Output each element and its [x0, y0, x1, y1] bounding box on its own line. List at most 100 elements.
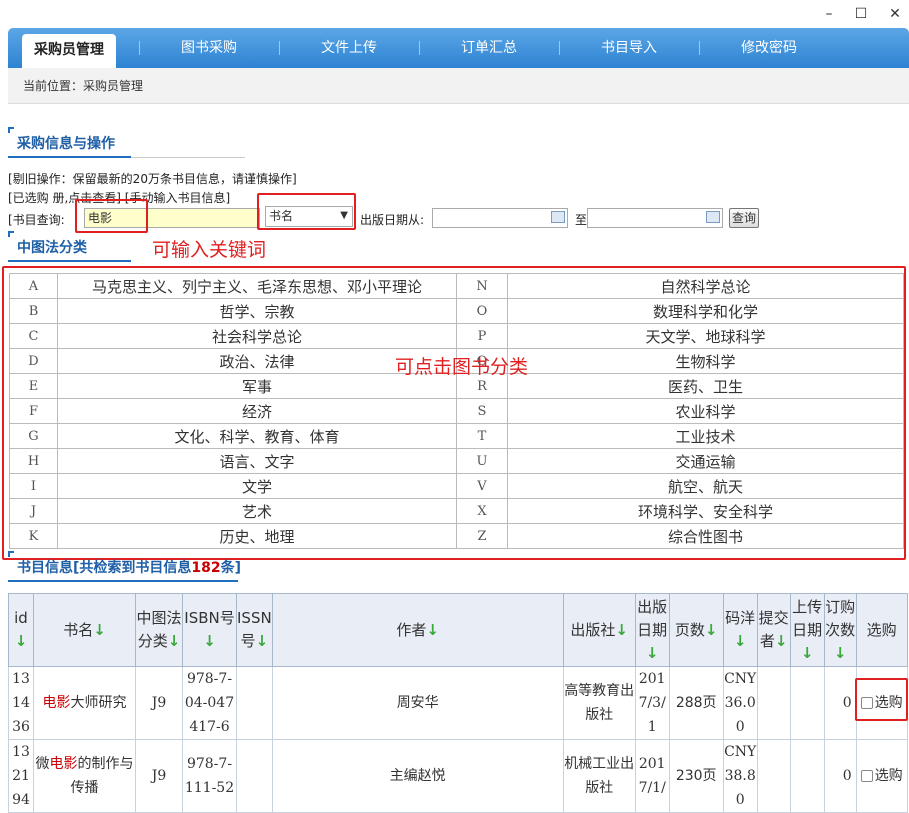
cell-publisher: 机械工业出版社 — [562, 739, 636, 813]
cell-author: 周安华 — [271, 666, 564, 740]
title-text: 的制作与传播 — [70, 756, 134, 796]
tab-book-purchase[interactable]: 图书采购 — [159, 28, 259, 68]
sort-arrow-icon: ↓ — [733, 632, 747, 650]
divider — [131, 157, 245, 158]
select-label[interactable]: 选购 — [875, 768, 903, 784]
date-from-input[interactable] — [432, 208, 568, 228]
cell-pubdate: 2017/3/1 — [634, 666, 670, 740]
category-highlight-box — [2, 266, 906, 560]
col-title[interactable]: 书名↓ — [33, 593, 136, 667]
keyword-highlight-box — [75, 199, 148, 233]
sort-arrow-icon: ↓ — [255, 632, 269, 650]
sort-arrow-icon: ↓ — [645, 643, 659, 662]
date-to-input[interactable] — [587, 208, 723, 228]
section-title-text: 中图法分类 — [17, 240, 87, 256]
sort-arrow-icon: ↓ — [93, 620, 106, 639]
col-submitter[interactable]: 提交者↓ — [756, 593, 791, 667]
section-title-books: 书目信息[共检索到书目信息182条] — [8, 551, 241, 582]
title-underline — [8, 260, 131, 262]
section-title-text: 采购信息与操作 — [17, 136, 115, 152]
cell-pages: 288页 — [668, 666, 724, 740]
books-title-suffix: 条] — [220, 560, 242, 576]
cell-isbn: 978-7-04-047417-6 — [182, 666, 237, 740]
table-row: 132194 微电影的制作与传播 J9 978-7-111-52 主编赵悦 机械工业出版社… — [8, 739, 908, 813]
calendar-icon[interactable] — [706, 211, 720, 223]
select-checkbox[interactable] — [860, 770, 873, 782]
tab-catalog-import[interactable]: 书目导入 — [579, 28, 679, 68]
cell-upload-date — [789, 666, 825, 740]
breadcrumb: 当前位置：采购员管理 — [8, 68, 909, 104]
col-publisher[interactable]: 出版社↓ — [562, 593, 636, 667]
col-pubdate[interactable]: 出版日期↓ — [634, 593, 670, 667]
query-button[interactable]: 查询 — [729, 208, 759, 228]
col-select: 选购 — [855, 593, 908, 667]
corner-mark — [8, 551, 14, 557]
col-upload-date[interactable]: 上传日期↓ — [789, 593, 825, 667]
cell-title[interactable]: 微电影的制作与传播 — [33, 739, 136, 813]
title-keyword-highlight: 电影 — [42, 695, 71, 711]
cell-upload-date — [789, 739, 825, 813]
cell-orders: 0 — [823, 666, 857, 740]
title-underline — [8, 156, 131, 158]
sort-arrow-icon: ↓ — [203, 632, 216, 650]
minimize-button[interactable]: – — [818, 4, 840, 24]
cell-submitter — [756, 666, 791, 740]
calendar-icon[interactable] — [551, 211, 565, 223]
col-author[interactable]: 作者↓ — [271, 593, 564, 667]
sort-arrow-icon: ↓ — [167, 632, 181, 650]
col-clc[interactable]: 中图法分类↓ — [135, 593, 183, 667]
title-text: 微 — [35, 756, 50, 772]
corner-mark — [8, 127, 14, 133]
cell-title[interactable]: 电影大师研究 — [33, 666, 136, 740]
sort-arrow-icon: ↓ — [615, 620, 628, 639]
cell-pages: 230页 — [668, 739, 724, 813]
title-keyword-highlight: 电影 — [49, 756, 78, 772]
tab-purchaser-management[interactable]: 采购员管理 — [22, 34, 116, 68]
col-issn[interactable]: ISSN号↓ — [236, 593, 273, 667]
cell-publisher: 高等教育出版社 — [562, 666, 636, 740]
nav-divider — [419, 41, 420, 55]
nav-divider — [279, 41, 280, 55]
cell-clc: J9 — [135, 666, 183, 740]
books-title-prefix: 书目信息[共检索到书目信息 — [17, 560, 192, 576]
sort-arrow-icon: ↓ — [774, 632, 788, 650]
nav-divider — [699, 41, 700, 55]
sort-arrow-icon: ↓ — [833, 643, 847, 662]
tab-order-summary[interactable]: 订单汇总 — [439, 28, 539, 68]
cell-clc: J9 — [135, 739, 183, 813]
cell-issn — [236, 739, 273, 813]
tab-file-upload[interactable]: 文件上传 — [299, 28, 399, 68]
col-id[interactable]: id ↓ — [8, 593, 34, 667]
select-checkbox-highlight-box — [855, 678, 908, 721]
sort-arrow-icon: ↓ — [800, 643, 814, 662]
cell-issn — [236, 666, 273, 740]
col-pages[interactable]: 页数↓ — [668, 593, 724, 667]
section-title-clc: 中图法分类 — [8, 231, 131, 262]
col-orders[interactable]: 订购次数↓ — [823, 593, 857, 667]
cell-price: CNY38.80 — [722, 739, 758, 813]
sort-arrow-icon: ↓ — [426, 620, 439, 639]
cell-id: 132194 — [8, 739, 34, 813]
books-count: 182 — [191, 560, 221, 576]
date-to-label: 至 — [575, 213, 588, 227]
cell-price: CNY36.00 — [722, 666, 758, 740]
title-text: 大师研究 — [70, 695, 127, 711]
nav-divider — [139, 41, 140, 55]
sort-arrow-icon: ↓ — [704, 620, 718, 639]
keyword-annotation: 可输入关键词 — [152, 239, 267, 261]
sort-arrow-icon: ↓ — [14, 632, 28, 650]
book-results-table: id ↓ 书名↓ 中图法分类↓ ISBN号↓ ISSN号↓ 作者↓ 出版社↓ 出版… — [8, 593, 908, 813]
col-isbn[interactable]: ISBN号↓ — [182, 593, 237, 667]
window-titlebar: – ☐ ✕ — [0, 0, 909, 28]
col-price[interactable]: 码洋↓ — [722, 593, 758, 667]
main-nav: 采购员管理 图书采购 文件上传 订单汇总 书目导入 修改密码 — [8, 28, 909, 68]
date-from-label: 出版日期从: — [360, 213, 425, 227]
close-button[interactable]: ✕ — [884, 4, 906, 24]
maximize-button[interactable]: ☐ — [850, 4, 872, 24]
reject-old-notice[interactable]: [剔旧操作：保留最新的20万条书目信息，请谨慎操作] — [8, 170, 297, 187]
tab-change-password[interactable]: 修改密码 — [719, 28, 819, 68]
cell-isbn: 978-7-111-52 — [182, 739, 237, 813]
nav-divider — [559, 41, 560, 55]
search-label: [书目查询: — [8, 213, 65, 227]
cell-submitter — [756, 739, 791, 813]
